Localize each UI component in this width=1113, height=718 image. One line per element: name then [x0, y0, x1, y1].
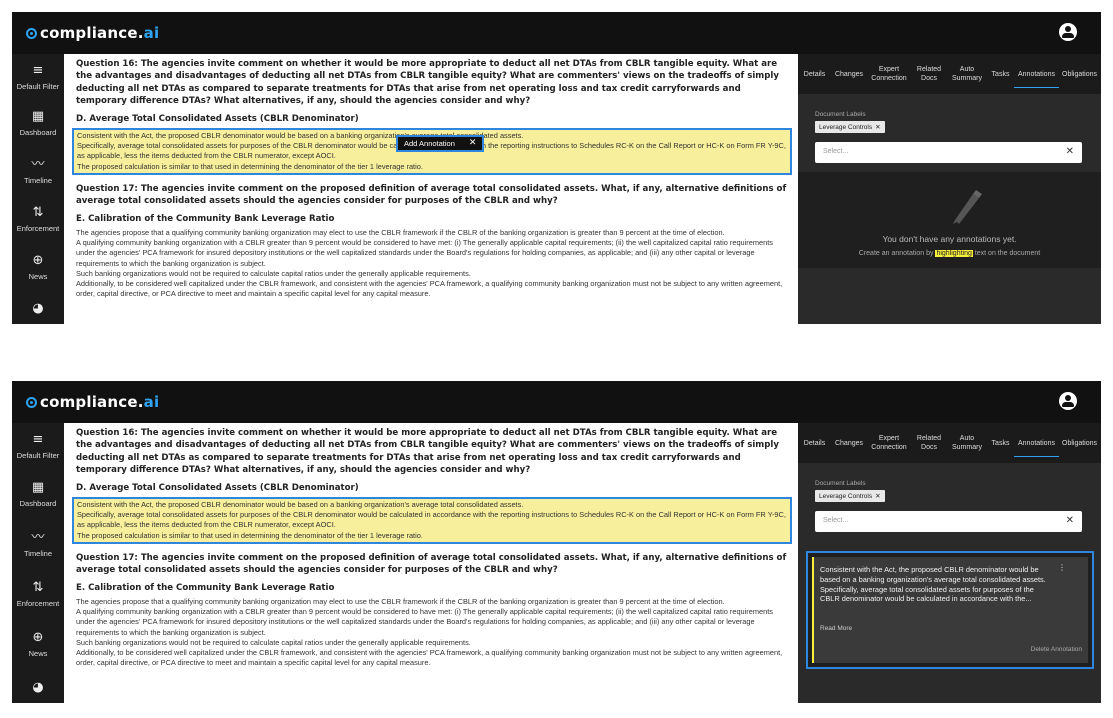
nav-timeline[interactable]: 〰 Timeline [12, 530, 64, 559]
nav-default-filter[interactable]: ≡ Default Filter [12, 432, 64, 461]
globe-icon: ⊕ [32, 630, 44, 645]
tab-details[interactable]: Details [798, 70, 831, 79]
question-16: Question 16: The agencies invite comment… [76, 428, 779, 476]
question-16: Question 16: The agencies invite comment… [76, 59, 779, 107]
tab-bar: Details Changes Expert Connection Relate… [798, 423, 1101, 463]
left-nav: ≡ Default Filter ▦ Dashboard 〰 Timeline … [12, 54, 64, 324]
nav-pie[interactable]: ◕ [12, 681, 64, 699]
read-more-link[interactable]: Read More [820, 625, 852, 632]
document-view[interactable]: Question 16: The agencies invite comment… [64, 423, 798, 703]
nav-dashboard[interactable]: ▦ Dashboard [12, 480, 64, 509]
document-labels-title: Document Labels [815, 111, 866, 118]
section-d-heading: D. Average Total Consolidated Assets (CB… [76, 113, 359, 124]
empty-title: You don't have any annotations yet. [882, 234, 1017, 244]
add-annotation-button[interactable]: Add Annotation [404, 135, 455, 152]
tab-annotations[interactable]: Annotations [1014, 439, 1059, 457]
dashboard-icon: ▦ [31, 480, 45, 495]
nav-default-filter[interactable]: ≡ Default Filter [12, 63, 64, 92]
kebab-menu-icon[interactable]: ⋮ [1058, 563, 1066, 572]
timeline-icon: 〰 [31, 157, 45, 172]
timeline-icon: 〰 [31, 530, 45, 545]
top-bar: compliance. ai [12, 381, 1101, 423]
logo[interactable]: compliance. ai [26, 393, 159, 411]
tab-auto-summary[interactable]: Auto Summary [947, 434, 987, 452]
logo-icon [26, 27, 37, 39]
app-window-after: compliance. ai ≡ Default Filter ▦ Dashboa… [12, 381, 1101, 703]
document-view[interactable]: Question 16: The agencies invite comment… [64, 54, 798, 324]
section-e-heading: E. Calibration of the Community Bank Lev… [76, 213, 335, 224]
highlight-line: Consistent with the Act, the proposed CB… [77, 499, 524, 509]
tab-expert-connection[interactable]: Expert Connection [867, 65, 911, 83]
tab-changes[interactable]: Changes [831, 70, 867, 79]
clear-icon[interactable]: ✕ [1066, 515, 1074, 526]
section-d-heading: D. Average Total Consolidated Assets (CB… [76, 482, 359, 493]
label-select[interactable]: Select... ✕ [815, 511, 1082, 532]
pencil-icon [953, 190, 982, 224]
pie-icon: ◕ [32, 680, 44, 695]
pie-icon: ◕ [32, 301, 44, 316]
clear-icon[interactable]: ✕ [1066, 146, 1074, 157]
highlighted-passage[interactable]: Consistent with the Act, the proposed CB… [72, 496, 792, 544]
section-e-text: The agencies propose that a qualifying c… [76, 596, 783, 668]
filter-icon: ≡ [32, 63, 44, 78]
logo[interactable]: compliance. ai [26, 24, 159, 42]
tab-bar: Details Changes Expert Connection Relate… [798, 54, 1101, 94]
app-window-before: compliance. ai ≡ Default Filter ▦ Dashboa… [12, 12, 1101, 324]
left-nav: ≡ Default Filter ▦ Dashboard 〰 Timeline … [12, 423, 64, 703]
highlighted-passage[interactable]: Consistent with the Act, the proposed CB… [72, 127, 792, 175]
tab-obligations[interactable]: Obligations [1059, 70, 1099, 79]
label-chip[interactable]: Leverage Controls ✕ [815, 490, 885, 502]
tab-obligations[interactable]: Obligations [1059, 439, 1099, 448]
dashboard-icon: ▦ [31, 109, 45, 124]
highlight-line: The proposed calculation is similar to t… [77, 161, 423, 171]
close-icon[interactable]: ✕ [469, 135, 477, 152]
nav-timeline[interactable]: 〰 Timeline [12, 157, 64, 186]
tab-related-docs[interactable]: Related Docs [911, 65, 947, 83]
nav-news[interactable]: ⊕ News [12, 253, 64, 282]
tab-auto-summary[interactable]: Auto Summary [947, 65, 987, 83]
globe-icon: ⊕ [32, 253, 44, 268]
close-icon[interactable]: ✕ [875, 492, 880, 500]
right-panel: Details Changes Expert Connection Relate… [798, 54, 1101, 324]
add-annotation-tooltip[interactable]: Add Annotation ✕ [396, 134, 485, 152]
annotation-body: Consistent with the Act, the proposed CB… [812, 557, 1088, 663]
section-e-heading: E. Calibration of the Community Bank Lev… [76, 582, 335, 593]
tab-related-docs[interactable]: Related Docs [911, 434, 947, 452]
top-bar: compliance. ai [12, 12, 1101, 54]
nav-dashboard[interactable]: ▦ Dashboard [12, 109, 64, 138]
highlight-line: Specifically, average total consolidated… [77, 509, 786, 530]
tab-tasks[interactable]: Tasks [987, 439, 1014, 448]
tab-changes[interactable]: Changes [831, 439, 867, 448]
nav-news[interactable]: ⊕ News [12, 630, 64, 659]
tab-annotations[interactable]: Annotations [1014, 70, 1059, 88]
close-icon[interactable]: ✕ [875, 123, 880, 131]
empty-subtitle: Create an annotation by highlighting tex… [858, 250, 1041, 257]
tab-tasks[interactable]: Tasks [987, 70, 1014, 79]
question-17: Question 17: The agencies invite comment… [76, 183, 787, 207]
annotation-text: Consistent with the Act, the proposed CB… [820, 565, 1046, 604]
label-chip[interactable]: Leverage Controls ✕ [815, 121, 885, 133]
enforcement-icon: ⇅ [32, 205, 44, 220]
nav-enforcement[interactable]: ⇅ Enforcement [12, 205, 64, 234]
delete-annotation-link[interactable]: Delete Annotation [1031, 646, 1082, 653]
highlight-line: The proposed calculation is similar to t… [77, 530, 423, 540]
annotation-card[interactable]: Consistent with the Act, the proposed CB… [806, 551, 1094, 669]
user-icon[interactable] [1059, 392, 1077, 410]
user-icon[interactable] [1059, 23, 1077, 41]
label-select[interactable]: Select... ✕ [815, 142, 1082, 163]
nav-enforcement[interactable]: ⇅ Enforcement [12, 580, 64, 609]
right-panel: Details Changes Expert Connection Relate… [798, 423, 1101, 703]
question-17: Question 17: The agencies invite comment… [76, 552, 787, 576]
enforcement-icon: ⇅ [32, 580, 44, 595]
logo-icon [26, 396, 37, 408]
section-e-text: The agencies propose that a qualifying c… [76, 227, 783, 299]
filter-icon: ≡ [32, 432, 44, 447]
nav-pie[interactable]: ◕ [12, 302, 64, 320]
document-labels-title: Document Labels [815, 480, 866, 487]
tab-expert-connection[interactable]: Expert Connection [867, 434, 911, 452]
tab-details[interactable]: Details [798, 439, 831, 448]
